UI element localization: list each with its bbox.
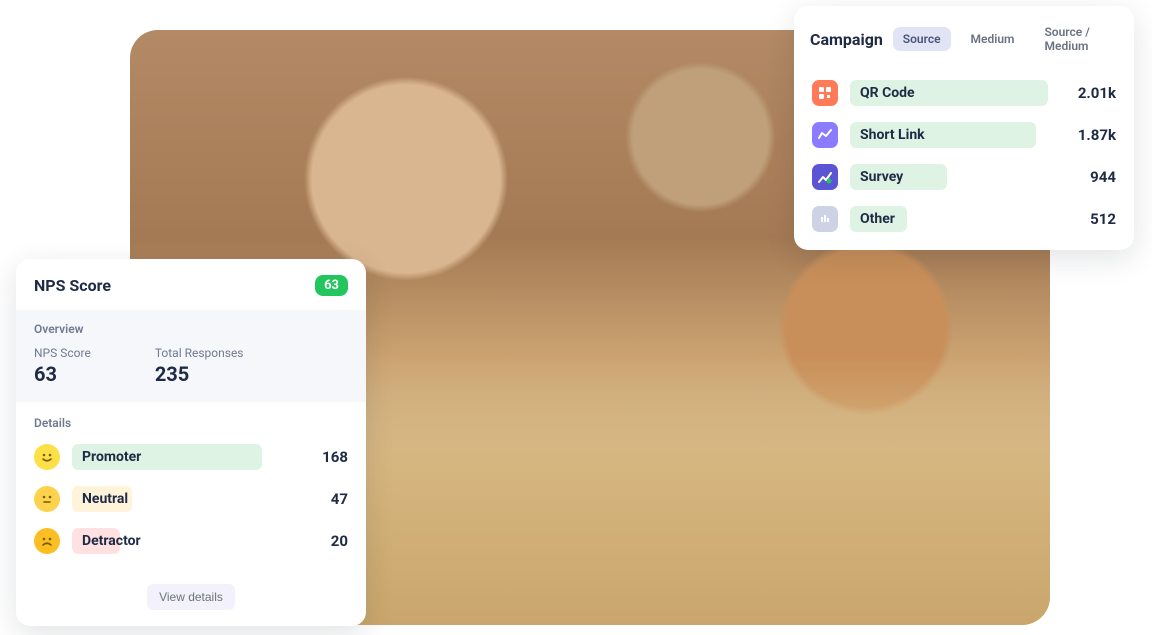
- neutral-bar: Neutral: [72, 486, 132, 512]
- detail-row-promoter: Promoter 168: [34, 444, 348, 470]
- promoter-value: 168: [300, 448, 348, 466]
- tab-medium[interactable]: Medium: [961, 27, 1025, 51]
- promoter-bar: Promoter: [72, 444, 262, 470]
- nps-responses-metric: Total Responses 235: [155, 346, 244, 386]
- detail-row-neutral: Neutral 47: [34, 486, 348, 512]
- campaign-row-qrcode: QR Code 2.01k: [810, 72, 1118, 114]
- nps-overview: Overview NPS Score 63 Total Responses 23…: [16, 310, 366, 402]
- campaign-row-other: Other 512: [810, 198, 1118, 240]
- other-bar: Other: [850, 206, 907, 232]
- responses-value: 235: [155, 362, 244, 386]
- neutral-value: 47: [300, 490, 348, 508]
- tab-source-medium[interactable]: Source / Medium: [1034, 20, 1118, 58]
- other-icon: [812, 206, 838, 232]
- campaign-card: Campaign Source Medium Source / Medium Q…: [794, 6, 1134, 250]
- view-details-button[interactable]: View details: [147, 584, 235, 610]
- survey-label: Survey: [860, 169, 903, 185]
- nps-score-card: NPS Score 63 Overview NPS Score 63 Total…: [16, 259, 366, 626]
- detractor-label: Detractor: [82, 533, 141, 549]
- neutral-face-icon: [34, 486, 60, 512]
- campaign-row-shortlink: Short Link 1.87k: [810, 114, 1118, 156]
- survey-bar: Survey: [850, 164, 947, 190]
- campaign-title: Campaign: [810, 30, 883, 49]
- qrcode-value: 2.01k: [1064, 84, 1116, 102]
- nps-score-metric: NPS Score 63: [34, 346, 91, 386]
- detractor-bar: Detractor: [72, 528, 120, 554]
- other-value: 512: [1064, 210, 1116, 228]
- neutral-label: Neutral: [82, 491, 128, 507]
- detractor-value: 20: [300, 532, 348, 550]
- shortlink-label: Short Link: [860, 127, 925, 143]
- promoter-label: Promoter: [82, 449, 141, 465]
- shortlink-bar: Short Link: [850, 122, 1036, 148]
- details-label: Details: [34, 416, 348, 430]
- nps-details: Details Promoter 168 Neutral 47: [16, 402, 366, 582]
- detail-row-detractor: Detractor 20: [34, 528, 348, 554]
- nps-header: NPS Score 63: [16, 259, 366, 310]
- tab-source[interactable]: Source: [893, 27, 951, 51]
- nps-score-label: NPS Score: [34, 346, 91, 360]
- nps-score-value: 63: [34, 362, 91, 386]
- other-label: Other: [860, 211, 895, 227]
- nps-title: NPS Score: [34, 276, 111, 295]
- campaign-row-survey: Survey 944: [810, 156, 1118, 198]
- qr-code-icon: [812, 80, 838, 106]
- survey-icon: [812, 164, 838, 190]
- campaign-header: Campaign Source Medium Source / Medium: [810, 20, 1118, 58]
- overview-label: Overview: [34, 322, 348, 336]
- qrcode-bar: QR Code: [850, 80, 1048, 106]
- frown-icon: [34, 528, 60, 554]
- qrcode-label: QR Code: [860, 85, 915, 101]
- short-link-icon: [812, 122, 838, 148]
- survey-value: 944: [1064, 168, 1116, 186]
- nps-score-badge: 63: [315, 275, 348, 296]
- responses-label: Total Responses: [155, 346, 244, 360]
- shortlink-value: 1.87k: [1064, 126, 1116, 144]
- smile-icon: [34, 444, 60, 470]
